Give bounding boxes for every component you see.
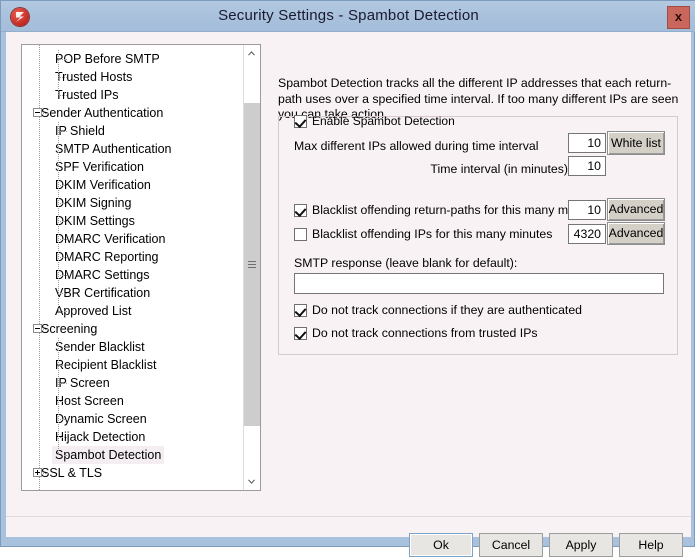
blacklist-return-paths-label: Blacklist offending return-paths for thi… [312, 203, 601, 217]
tree-item-trusted-hosts[interactable]: Trusted Hosts [22, 68, 243, 86]
tree-item-spambot-detection[interactable]: Spambot Detection [22, 446, 243, 464]
tree-item-sender-blacklist[interactable]: Sender Blacklist [22, 338, 243, 356]
tree-connector [60, 221, 68, 222]
max-ips-input[interactable]: 10 [568, 133, 606, 153]
white-list-button[interactable]: White list [607, 131, 665, 155]
tree-guide-branch [58, 338, 59, 456]
tree-item-label: Recipient Blacklist [55, 358, 157, 372]
skip-authenticated-label: Do not track connections if they are aut… [312, 303, 583, 317]
tree-item-smtp-authentication[interactable]: SMTP Authentication [22, 140, 243, 158]
enable-spambot-detection-label: Enable Spambot Detection [312, 114, 455, 128]
tree-items-container: POP Before SMTP Trusted Hosts Trusted IPs S… [22, 45, 243, 490]
tree-connector [41, 113, 49, 114]
tree-connector [60, 383, 68, 384]
tree-item-ip-shield[interactable]: IP Shield [22, 122, 243, 140]
skip-trusted-ips-checkbox[interactable] [294, 327, 307, 340]
tree-connector [60, 239, 68, 240]
tree-item-dkim-signing[interactable]: DKIM Signing [22, 194, 243, 212]
tree-connector [60, 347, 68, 348]
tree-connector [60, 167, 68, 168]
enable-spambot-detection-row[interactable]: Enable Spambot Detection [294, 114, 455, 129]
tree-connector [60, 149, 68, 150]
scroll-down-icon[interactable] [244, 473, 260, 490]
blacklist-ips-checkbox[interactable] [294, 228, 307, 241]
blacklist-return-paths-checkbox[interactable] [294, 204, 307, 217]
tree-connector [41, 329, 49, 330]
tree-connector [60, 455, 68, 456]
tree-item-dkim-verification[interactable]: DKIM Verification [22, 176, 243, 194]
tree-item-vbr-certification[interactable]: VBR Certification [22, 284, 243, 302]
tree-item-label: SMTP Authentication [55, 142, 172, 156]
tree-guide-branch [58, 50, 59, 96]
dialog-window: Security Settings - Spambot Detection x … [0, 0, 695, 557]
ok-button[interactable]: Ok [409, 533, 473, 557]
tree-connector [60, 77, 68, 78]
tree-connector [41, 473, 49, 474]
tree-connector [60, 311, 68, 312]
tree-connector [60, 401, 68, 402]
enable-spambot-detection-checkbox[interactable] [294, 115, 307, 128]
tree-scrollbar[interactable] [243, 45, 260, 490]
tree-connector [60, 257, 68, 258]
tree-connector [60, 419, 68, 420]
max-ips-label: Max different IPs allowed during time in… [294, 139, 539, 153]
tree-connector [60, 185, 68, 186]
tree-connector [60, 437, 68, 438]
tree-connector [60, 131, 68, 132]
smtp-response-label: SMTP response (leave blank for default): [294, 256, 518, 270]
cancel-button[interactable]: Cancel [479, 533, 543, 557]
skip-authenticated-checkbox[interactable] [294, 304, 307, 317]
tree-guide-branch [58, 122, 59, 312]
skip-trusted-ips-label: Do not track connections from trusted IP… [312, 326, 538, 340]
dialog-client-area: POP Before SMTP Trusted Hosts Trusted IPs S… [6, 32, 691, 557]
tree-connector [60, 293, 68, 294]
apply-button[interactable]: Apply [549, 533, 613, 557]
blacklist-ips-minutes-input[interactable]: 4320 [568, 224, 606, 244]
tree-item-approved-list[interactable]: Approved List [22, 302, 243, 320]
tree-item-ssl-tls[interactable]: SSL & TLS [22, 464, 243, 482]
tree-item-recipient-blacklist[interactable]: Recipient Blacklist [22, 356, 243, 374]
blacklist-ips-label: Blacklist offending IPs for this many mi… [312, 227, 553, 241]
tree-item-dkim-settings[interactable]: DKIM Settings [22, 212, 243, 230]
time-interval-input[interactable]: 10 [568, 156, 606, 176]
tree-item-host-screen[interactable]: Host Screen [22, 392, 243, 410]
footer-divider [6, 516, 691, 517]
close-icon[interactable]: x [667, 6, 690, 29]
tree-connector [60, 275, 68, 276]
help-button[interactable]: Help [619, 533, 683, 557]
tree-connector [60, 203, 68, 204]
settings-tree[interactable]: POP Before SMTP Trusted Hosts Trusted IPs S… [21, 44, 261, 491]
scrollbar-thumb[interactable] [244, 103, 260, 426]
blacklist-return-paths-advanced-button[interactable]: Advanced [607, 198, 665, 221]
tree-item-dmarc-settings[interactable]: DMARC Settings [22, 266, 243, 284]
tree-item-trusted-ips[interactable]: Trusted IPs [22, 86, 243, 104]
tree-item-ip-screen[interactable]: IP Screen [22, 374, 243, 392]
tree-item-label: DMARC Reporting [55, 250, 159, 264]
tree-connector [60, 365, 68, 366]
tree-connector [60, 59, 68, 60]
tree-item-dmarc-verification[interactable]: DMARC Verification [22, 230, 243, 248]
tree-item-label: Spambot Detection [52, 446, 165, 464]
tree-item-label: DMARC Verification [55, 232, 166, 246]
tree-item-dynamic-screen[interactable]: Dynamic Screen [22, 410, 243, 428]
smtp-response-input[interactable] [294, 273, 664, 294]
scroll-up-icon[interactable] [244, 45, 260, 62]
tree-item-label: Sender Authentication [41, 106, 164, 120]
blacklist-ips-advanced-button[interactable]: Advanced [607, 222, 665, 245]
time-interval-label: Time interval (in minutes) [430, 162, 568, 176]
tree-item-dmarc-reporting[interactable]: DMARC Reporting [22, 248, 243, 266]
tree-item-sender-authentication[interactable]: Sender Authentication [22, 104, 243, 122]
tree-item-hijack-detection[interactable]: Hijack Detection [22, 428, 243, 446]
tree-connector [60, 95, 68, 96]
tree-item-screening[interactable]: Screening [22, 320, 243, 338]
tree-item-spf-verification[interactable]: SPF Verification [22, 158, 243, 176]
tree-item-pop-before-smtp[interactable]: POP Before SMTP [22, 50, 243, 68]
tree-item-label: POP Before SMTP [55, 52, 160, 66]
blacklist-return-paths-minutes-input[interactable]: 10 [568, 200, 606, 220]
scrollbar-grip-icon [248, 260, 256, 269]
title-bar: Security Settings - Spambot Detection x [1, 1, 695, 32]
window-title: Security Settings - Spambot Detection [218, 7, 479, 24]
